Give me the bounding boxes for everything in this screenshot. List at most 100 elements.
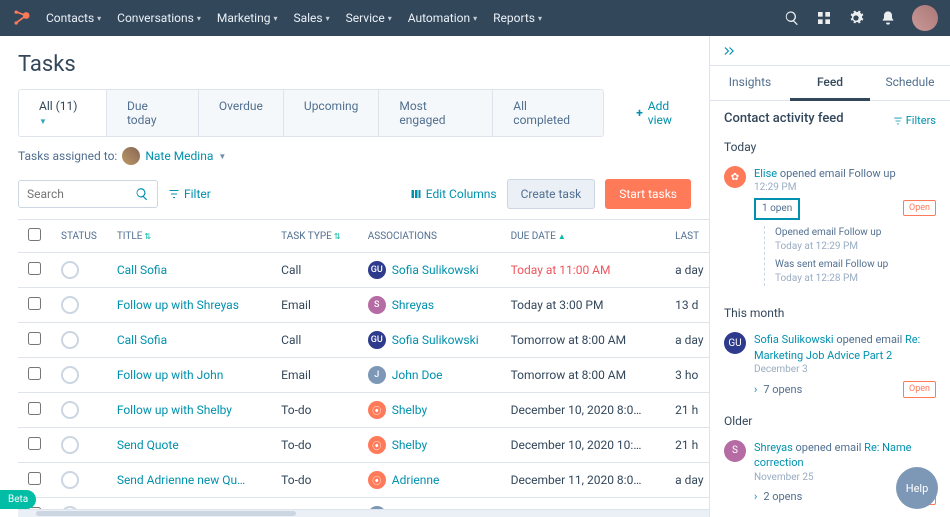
search-icon bbox=[135, 187, 149, 201]
top-navbar: Contacts ▾ Conversations ▾ Marketing ▾ Sale… bbox=[0, 0, 950, 36]
tab-upcoming[interactable]: Upcoming bbox=[284, 90, 379, 136]
chevron-down-icon: ▼ bbox=[218, 152, 226, 161]
association[interactable]: ⦿Adrienne bbox=[368, 471, 491, 489]
status-circle[interactable] bbox=[61, 471, 79, 489]
edit-columns-button[interactable]: Edit Columns bbox=[410, 187, 497, 201]
help-button[interactable]: Help bbox=[896, 467, 938, 509]
col-due[interactable]: DUE DATE▲ bbox=[501, 220, 666, 253]
assigned-filter[interactable]: Tasks assigned to: Nate Medina ▼ bbox=[0, 137, 709, 173]
search-icon[interactable] bbox=[784, 10, 800, 26]
task-title-link[interactable]: Call Sofia bbox=[117, 333, 167, 347]
status-circle[interactable] bbox=[61, 261, 79, 279]
tab-all-[interactable]: All (11) ▼ bbox=[19, 90, 107, 136]
table-row[interactable]: Follow up with ShreyasEmailSShreyasToday… bbox=[18, 288, 709, 323]
contact-avatar: ✿ bbox=[724, 166, 746, 188]
table-row[interactable]: Follow up with John DoeTo-doJJohn DoeDec… bbox=[18, 498, 709, 510]
collapse-panel-icon[interactable] bbox=[722, 44, 736, 58]
col-assoc[interactable]: ASSOCIATIONS bbox=[358, 220, 501, 253]
col-title[interactable]: TITLE⇅ bbox=[107, 220, 271, 253]
table-row[interactable]: Follow up with ShelbyTo-do⦿ShelbyDecembe… bbox=[18, 393, 709, 428]
row-checkbox[interactable] bbox=[28, 472, 41, 485]
section-older: Older bbox=[724, 414, 936, 428]
search-input[interactable] bbox=[18, 180, 158, 208]
section-month: This month bbox=[724, 306, 936, 320]
open-badge: Open bbox=[903, 200, 936, 217]
table-row[interactable]: Follow up with JohnEmailJJohn DoeTomorro… bbox=[18, 358, 709, 393]
row-checkbox[interactable] bbox=[28, 297, 41, 310]
task-title-link[interactable]: Send Quote bbox=[117, 438, 179, 452]
association[interactable]: JJohn Doe bbox=[368, 366, 491, 384]
contact-avatar: S bbox=[724, 440, 746, 462]
panel-tab-schedule[interactable]: Schedule bbox=[870, 66, 950, 100]
select-all-checkbox[interactable] bbox=[28, 228, 41, 241]
status-circle[interactable] bbox=[61, 436, 79, 454]
nav-automation[interactable]: Automation ▾ bbox=[408, 11, 477, 25]
gear-icon[interactable] bbox=[848, 10, 864, 26]
panel-tab-feed[interactable]: Feed bbox=[790, 66, 870, 101]
nav-marketing[interactable]: Marketing ▾ bbox=[217, 11, 278, 25]
col-status[interactable]: STATUS bbox=[51, 220, 107, 253]
table-row[interactable]: Send QuoteTo-do⦿ShelbyDecember 10, 2020 … bbox=[18, 428, 709, 463]
association[interactable]: GUSofia Sulikowski bbox=[368, 261, 491, 279]
status-circle[interactable] bbox=[61, 331, 79, 349]
assignee-avatar bbox=[122, 147, 140, 165]
filter-icon bbox=[893, 116, 903, 126]
col-last[interactable]: LAST bbox=[665, 220, 709, 253]
status-circle[interactable] bbox=[61, 366, 79, 384]
activity-card[interactable]: GU Sofia Sulikowski opened email Re: Mar… bbox=[724, 326, 936, 403]
bell-icon[interactable] bbox=[880, 10, 896, 26]
table-row[interactable]: Call SofiaCallGUSofia SulikowskiToday at… bbox=[18, 253, 709, 288]
row-checkbox[interactable] bbox=[28, 262, 41, 275]
nav-service[interactable]: Service ▾ bbox=[346, 11, 392, 25]
add-view-button[interactable]: +Add view bbox=[622, 90, 709, 136]
table-row[interactable]: Send Adrienne new Qu…To-do⦿AdrienneDecem… bbox=[18, 463, 709, 498]
task-title-link[interactable]: Follow up with Shreyas bbox=[117, 298, 239, 312]
page-title: Tasks bbox=[18, 52, 691, 77]
association[interactable]: ⦿Shelby bbox=[368, 401, 491, 419]
nav-reports[interactable]: Reports ▾ bbox=[493, 11, 542, 25]
marketplace-icon[interactable] bbox=[816, 10, 832, 26]
association[interactable]: ⦿Shelby bbox=[368, 436, 491, 454]
sub-event: Was sent email Follow upToday at 12:28 P… bbox=[775, 258, 936, 286]
open-count[interactable]: 1 open bbox=[754, 198, 800, 220]
start-tasks-button[interactable]: Start tasks bbox=[605, 179, 691, 209]
open-badge: Open bbox=[903, 381, 936, 398]
association[interactable]: GUSofia Sulikowski bbox=[368, 331, 491, 349]
status-circle[interactable] bbox=[61, 401, 79, 419]
row-checkbox[interactable] bbox=[28, 367, 41, 380]
col-type[interactable]: TASK TYPE⇅ bbox=[271, 220, 358, 253]
table-row[interactable]: Call SofiaCallGUSofia SulikowskiTomorrow… bbox=[18, 323, 709, 358]
horizontal-scrollbar[interactable] bbox=[18, 509, 709, 517]
activity-card[interactable]: ✿ Elise opened email Follow up 12:29 PM … bbox=[724, 160, 936, 296]
tab-all-completed[interactable]: All completed bbox=[493, 90, 603, 136]
nav-sales[interactable]: Sales ▾ bbox=[293, 11, 329, 25]
sub-event: Opened email Follow upToday at 12:29 PM bbox=[775, 226, 936, 254]
nav-contacts[interactable]: Contacts ▾ bbox=[46, 11, 101, 25]
create-task-button[interactable]: Create task bbox=[507, 179, 596, 209]
user-avatar[interactable] bbox=[912, 5, 938, 31]
section-today: Today bbox=[724, 140, 936, 154]
row-checkbox[interactable] bbox=[28, 332, 41, 345]
tasks-table: STATUS TITLE⇅ TASK TYPE⇅ ASSOCIATIONS DU… bbox=[18, 220, 709, 509]
beta-badge[interactable]: Beta bbox=[0, 490, 36, 509]
nav-conversations[interactable]: Conversations ▾ bbox=[117, 11, 201, 25]
feed-title: Contact activity feed bbox=[724, 111, 844, 126]
tab-due-today[interactable]: Due today bbox=[107, 90, 199, 136]
filter-button[interactable]: Filter bbox=[168, 187, 211, 201]
panel-tab-insights[interactable]: Insights bbox=[710, 66, 790, 100]
columns-icon bbox=[410, 188, 422, 200]
status-circle[interactable] bbox=[61, 296, 79, 314]
view-tabs: All (11) ▼Due todayOverdueUpcomingMost e… bbox=[18, 89, 604, 137]
task-title-link[interactable]: Call Sofia bbox=[117, 263, 167, 277]
row-checkbox[interactable] bbox=[28, 402, 41, 415]
tab-overdue[interactable]: Overdue bbox=[199, 90, 284, 136]
task-title-link[interactable]: Send Adrienne new Qu… bbox=[117, 473, 245, 487]
hubspot-logo-icon[interactable] bbox=[12, 8, 32, 28]
feed-filters-button[interactable]: Filters bbox=[893, 114, 936, 127]
association[interactable]: SShreyas bbox=[368, 296, 491, 314]
task-title-link[interactable]: Follow up with John bbox=[117, 368, 224, 382]
row-checkbox[interactable] bbox=[28, 437, 41, 450]
contact-avatar: GU bbox=[724, 332, 746, 354]
task-title-link[interactable]: Follow up with Shelby bbox=[117, 403, 232, 417]
tab-most-engaged[interactable]: Most engaged bbox=[379, 90, 493, 136]
